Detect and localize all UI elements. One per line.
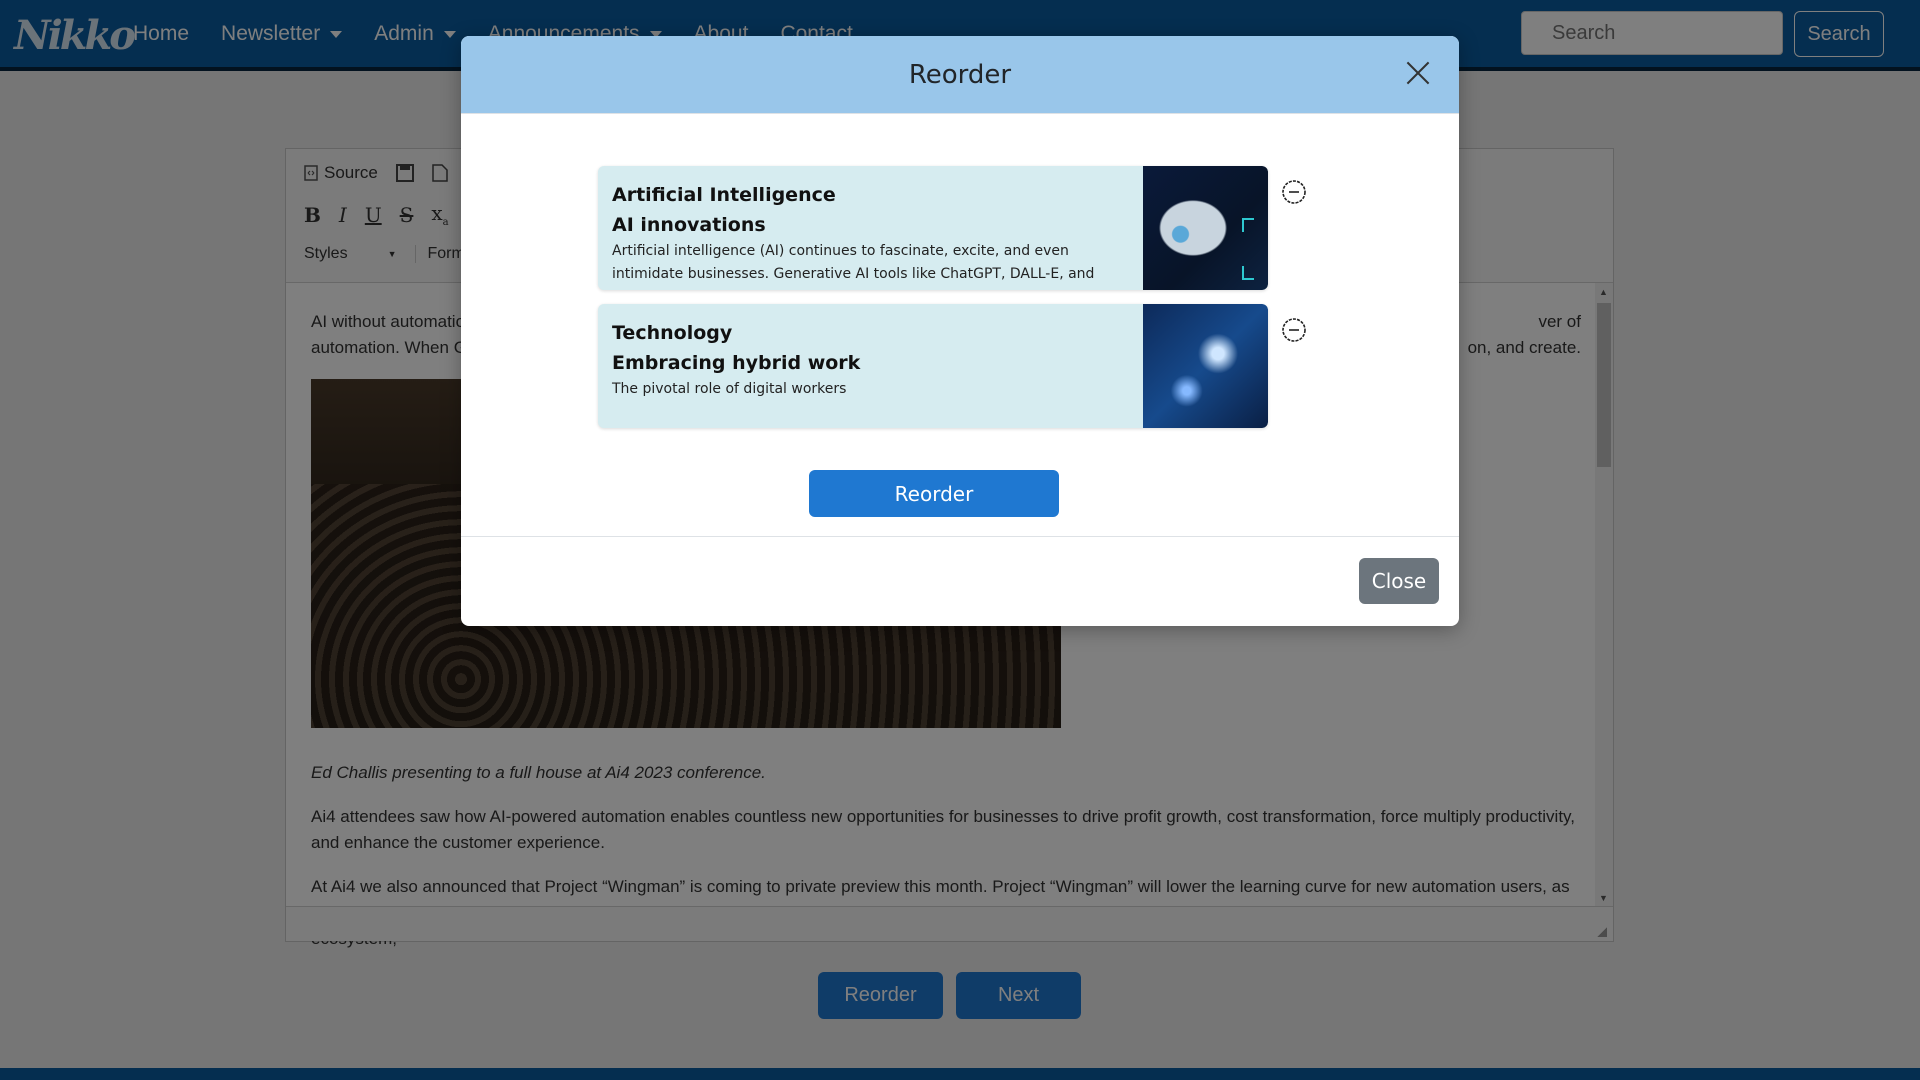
item-description: The pivotal role of digital workers: [612, 381, 847, 397]
thumbnail-decoration: [1242, 266, 1254, 280]
item-title: AI innovations: [612, 214, 766, 236]
item-description: Artificial intelligence (AI) continues t…: [612, 243, 1095, 290]
item-category: Technology: [612, 322, 733, 344]
reorder-modal: Reorder Artificial Intelligence AI innov…: [461, 36, 1459, 626]
modal-close-button[interactable]: Close: [1359, 558, 1439, 604]
modal-title: Reorder: [908, 60, 1012, 90]
modal-reorder-button[interactable]: Reorder: [809, 470, 1059, 517]
modal-header: Reorder: [461, 36, 1459, 114]
item-thumbnail: [1143, 304, 1268, 428]
item-title: Embracing hybrid work: [612, 352, 861, 374]
remove-item-icon[interactable]: [1281, 317, 1307, 343]
reorder-item[interactable]: Artificial Intelligence AI innovations A…: [598, 166, 1268, 290]
item-category: Artificial Intelligence: [612, 184, 836, 206]
close-icon[interactable]: [1403, 58, 1433, 88]
reorder-item-text: Artificial Intelligence AI innovations A…: [612, 180, 1142, 290]
reorder-item[interactable]: Technology Embracing hybrid work The piv…: [598, 304, 1268, 428]
remove-item-icon[interactable]: [1281, 179, 1307, 205]
reorder-item-text: Technology Embracing hybrid work The piv…: [612, 318, 1142, 401]
item-thumbnail: [1143, 166, 1268, 290]
thumbnail-decoration: [1242, 218, 1254, 232]
modal-divider: [461, 536, 1459, 537]
